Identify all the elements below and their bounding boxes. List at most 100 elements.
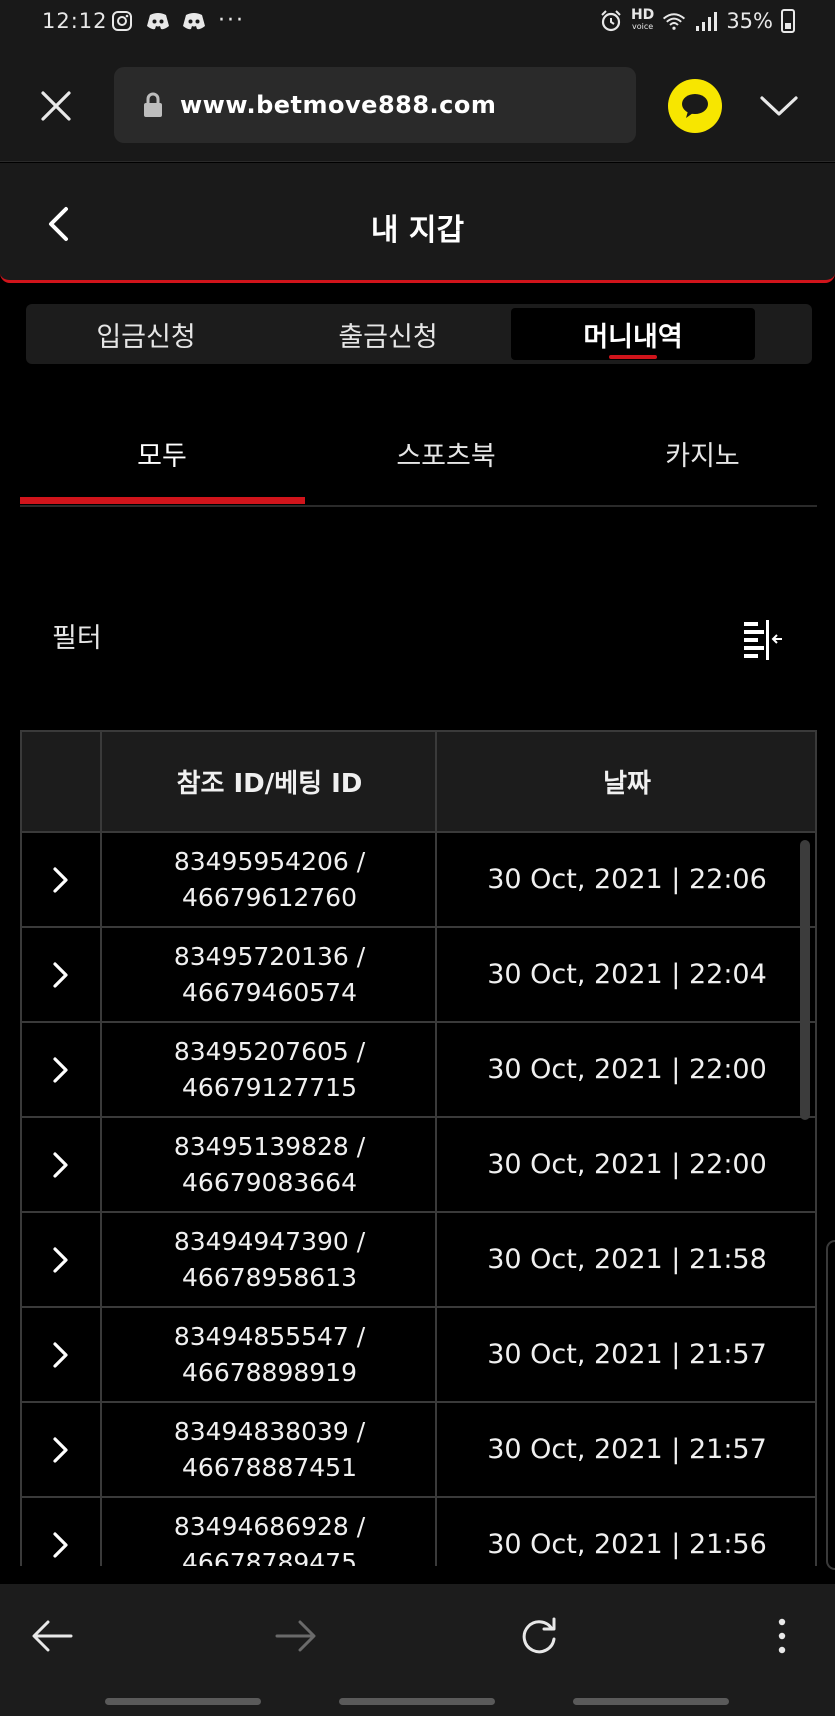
date-column-header: 날짜 (603, 769, 651, 799)
page-title: 내 지갑 (370, 213, 465, 248)
expand-row-button[interactable] (22, 1023, 102, 1116)
category-tabs: 모두 스포츠북 카지노 (20, 410, 817, 507)
ref-bet-id-cell: 83494686928 / 46678789475 (104, 1498, 437, 1566)
tab-money-history[interactable]: 머니내역 (511, 308, 755, 360)
ref-bet-id-cell: 83494855547 / 46678898919 (104, 1308, 437, 1401)
nav-back-button[interactable] (22, 1608, 82, 1664)
page-header: 내 지갑 (0, 163, 835, 283)
more-notifications-icon: ··· (218, 8, 245, 33)
chevron-right-icon (53, 1056, 68, 1083)
date-cell: 30 Oct, 2021 | 22:04 (487, 959, 767, 990)
gesture-hint (573, 1698, 729, 1705)
chat-bubble-icon (682, 94, 708, 118)
table-row[interactable]: 83495139828 / 46679083664 30 Oct, 2021 | … (22, 1118, 815, 1213)
system-icons: HD voice 35% (599, 8, 795, 33)
bet-id: 46678789475 (182, 1547, 357, 1567)
active-tab-indicator (609, 355, 657, 359)
ref-id: 83495207605 / (173, 1036, 366, 1066)
tab-all[interactable]: 모두 (20, 410, 304, 497)
nav-more-button[interactable] (752, 1608, 812, 1664)
gesture-hint (105, 1698, 261, 1705)
signal-icon (694, 9, 718, 33)
expand-menu-button[interactable] (754, 84, 804, 128)
battery-icon (781, 9, 795, 33)
ref-bet-id-cell: 83495720136 / 46679460574 (104, 928, 437, 1021)
bet-id: 46678887451 (182, 1452, 357, 1482)
ref-id: 83495720136 / (173, 941, 366, 971)
bet-id: 46679083664 (182, 1167, 357, 1197)
tab-sportsbook[interactable]: 스포츠북 (304, 410, 588, 497)
table-header: 참조 ID/베팅 ID 날짜 (22, 730, 815, 833)
kakao-talk-button[interactable] (668, 79, 722, 133)
expand-row-button[interactable] (22, 1403, 102, 1496)
expand-row-button[interactable] (22, 833, 102, 926)
tab-deposit[interactable]: 입금신청 (26, 308, 266, 360)
wallet-tabs: 입금신청 출금신청 머니내역 (26, 304, 812, 364)
expand-row-button[interactable] (22, 1308, 102, 1401)
wifi-icon (662, 9, 686, 33)
expand-row-button[interactable] (22, 1213, 102, 1306)
date-cell: 30 Oct, 2021 | 22:06 (487, 864, 767, 895)
chevron-down-icon (760, 96, 798, 116)
lock-icon (144, 92, 162, 117)
table-row[interactable]: 83495720136 / 46679460574 30 Oct, 2021 | … (22, 928, 815, 1023)
nav-reload-button[interactable] (509, 1608, 569, 1664)
table-row[interactable]: 83494855547 / 46678898919 30 Oct, 2021 | … (22, 1308, 815, 1403)
active-category-indicator (20, 497, 305, 504)
history-table: 참조 ID/베팅 ID 날짜 83495954206 / 46679612760 … (20, 730, 817, 1566)
table-row[interactable]: 83495207605 / 46679127715 30 Oct, 2021 | … (22, 1023, 815, 1118)
date-cell: 30 Oct, 2021 | 21:58 (487, 1244, 767, 1275)
tab-casino[interactable]: 카지노 (588, 410, 817, 497)
battery-percent: 35% (726, 9, 773, 33)
ref-bet-id-cell: 83495954206 / 46679612760 (104, 833, 437, 926)
ref-bet-id-cell: 83495207605 / 46679127715 (104, 1023, 437, 1116)
table-row[interactable]: 83494947390 / 46678958613 30 Oct, 2021 | … (22, 1213, 815, 1308)
arrow-right-icon (275, 1620, 316, 1652)
ref-id: 83494686928 / (173, 1511, 366, 1541)
hd-voice-text: voice (632, 22, 654, 31)
close-browser-button[interactable] (34, 84, 78, 128)
status-bar: 12:12 ··· HD voice 35% (0, 0, 835, 48)
chevron-right-icon (53, 1246, 68, 1273)
reload-icon (522, 1617, 556, 1654)
address-bar[interactable]: www.betmove888.com (114, 67, 636, 143)
table-row[interactable]: 83494838039 / 46678887451 30 Oct, 2021 | … (22, 1403, 815, 1498)
tab-withdraw[interactable]: 출금신청 (268, 308, 508, 360)
table-body: 83495954206 / 46679612760 30 Oct, 2021 | … (22, 833, 815, 1566)
ref-bet-id-cell: 83495139828 / 46679083664 (104, 1118, 437, 1211)
tab-money-history-label: 머니내역 (583, 321, 683, 353)
expand-column-header (22, 732, 102, 831)
ref-id-column-header: 참조 ID/베팅 ID (104, 732, 437, 831)
nav-forward-button[interactable] (266, 1608, 326, 1664)
date-cell: 30 Oct, 2021 | 21:56 (487, 1529, 767, 1560)
date-cell: 30 Oct, 2021 | 22:00 (487, 1149, 767, 1180)
date-cell: 30 Oct, 2021 | 22:00 (487, 1054, 767, 1085)
filter-collapse-icon[interactable] (740, 618, 786, 660)
date-cell: 30 Oct, 2021 | 21:57 (487, 1339, 767, 1370)
bet-id: 46679612760 (182, 882, 357, 912)
expand-row-button[interactable] (22, 928, 102, 1021)
filter-label: 필터 (52, 623, 102, 654)
chevron-right-icon (53, 1531, 68, 1558)
chevron-right-icon (53, 1341, 68, 1368)
status-time: 12:12 (42, 9, 108, 33)
table-row[interactable]: 83494686928 / 46678789475 30 Oct, 2021 | … (22, 1498, 815, 1566)
chevron-right-icon (53, 961, 68, 988)
date-cell: 30 Oct, 2021 | 21:57 (487, 1434, 767, 1465)
table-row[interactable]: 83495954206 / 46679612760 30 Oct, 2021 | … (22, 833, 815, 928)
ref-bet-id-cell: 83494838039 / 46678887451 (104, 1403, 437, 1496)
bet-id: 46678958613 (182, 1262, 357, 1292)
expand-row-button[interactable] (22, 1118, 102, 1211)
arrow-left-icon (32, 1620, 73, 1652)
ref-id: 83494855547 / (173, 1321, 366, 1351)
chevron-right-icon (53, 1436, 68, 1463)
more-vertical-icon (778, 1618, 786, 1654)
bet-id: 46679460574 (182, 977, 357, 1007)
ref-id: 83494838039 / (173, 1416, 366, 1446)
hd-voice-icon: HD voice (631, 8, 654, 33)
expand-row-button[interactable] (22, 1498, 102, 1566)
browser-toolbar: www.betmove888.com (0, 48, 835, 162)
edge-panel-handle[interactable] (826, 1240, 835, 1570)
chevron-right-icon (53, 866, 68, 893)
table-scrollbar[interactable] (800, 840, 810, 1120)
